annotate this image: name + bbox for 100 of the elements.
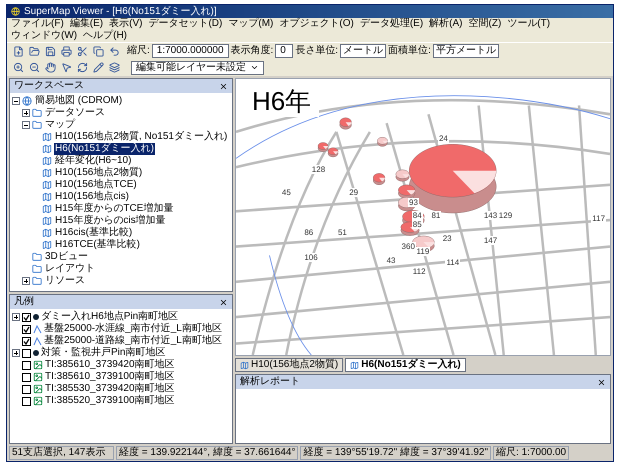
toolbar-icon[interactable] xyxy=(43,60,57,74)
status-text: 経度 = 139.922144°, 緯度 = 37.661644° xyxy=(116,446,298,460)
tree-item[interactable]: H16cis(基準比較) xyxy=(54,227,134,239)
area-unit-select[interactable]: 平方メートル xyxy=(432,44,499,58)
menu-item[interactable]: ヘルプ(H) xyxy=(83,30,127,42)
point-label: 29 xyxy=(348,188,360,198)
point-label: 51 xyxy=(336,228,348,238)
menu-item[interactable]: データセット(D) xyxy=(148,18,222,30)
length-unit-select[interactable]: メートル xyxy=(340,44,386,58)
map-icon xyxy=(42,168,52,178)
panel-title: ワークスペース xyxy=(14,80,84,92)
layer-checkbox[interactable] xyxy=(22,324,31,334)
collapse-toggle[interactable] xyxy=(22,121,30,129)
image-icon xyxy=(33,396,43,406)
tree-item[interactable]: H15年度からのcis増加量 xyxy=(54,215,167,227)
point-label: 84 xyxy=(412,211,423,220)
layer-checkbox[interactable] xyxy=(22,348,31,358)
tree-item[interactable]: H10(156地点2物質) xyxy=(54,167,144,179)
layer-checkbox[interactable] xyxy=(22,360,31,370)
layer-checkbox[interactable] xyxy=(22,384,31,394)
expand-toggle[interactable] xyxy=(22,277,30,285)
tree-item[interactable]: H10(156地点2物質, No151ダミー入れ) xyxy=(54,131,228,143)
tree-item[interactable]: リソース xyxy=(44,275,86,287)
menu-item[interactable]: データ処理(E) xyxy=(360,18,424,30)
map-icon xyxy=(42,192,52,202)
layer-name: TI:385610_3739420南町地区 xyxy=(45,359,175,370)
layer-name: ダミー入れH6地点Pin南町地区 xyxy=(41,311,178,322)
point-symbol-icon xyxy=(33,350,39,356)
scale-field[interactable]: 1:7000.000000 xyxy=(152,44,229,58)
toolbar-icon[interactable] xyxy=(43,44,57,58)
layer-name: TI:385610_3739100南町地区 xyxy=(45,371,175,382)
folder-icon xyxy=(32,252,42,262)
map-icon xyxy=(240,360,249,370)
map-canvas[interactable]: H6年 24 128 45 29 93 84 81 143 129 117 85 86 51 23 147 360 119 106 43 114 112 xyxy=(235,78,611,356)
tree-item[interactable]: 経年変化(H6~10) xyxy=(54,155,132,167)
image-icon xyxy=(33,360,43,370)
menu-item[interactable]: ツール(T) xyxy=(507,18,550,30)
expand-toggle[interactable] xyxy=(22,109,30,117)
close-icon[interactable] xyxy=(597,378,606,386)
tree-item[interactable]: H15年度からのTCE増加量 xyxy=(54,203,174,215)
panel-title: 凡例 xyxy=(14,296,34,308)
toolbar-icon[interactable] xyxy=(91,44,105,58)
expand-toggle[interactable] xyxy=(12,313,20,321)
point-label: 24 xyxy=(438,134,449,144)
close-icon[interactable] xyxy=(219,298,228,306)
menu-item[interactable]: 編集(E) xyxy=(70,18,104,30)
tree-item[interactable]: レイアウト xyxy=(44,263,96,275)
point-label: 114 xyxy=(445,258,460,268)
tree-item[interactable]: 簡易地図 (CDROM) xyxy=(34,95,124,107)
layer-select[interactable]: 編集可能レイヤー未設定 xyxy=(131,60,264,74)
toolbar-icon[interactable] xyxy=(27,44,41,58)
angle-field[interactable]: 0 xyxy=(275,44,294,58)
expand-toggle[interactable] xyxy=(12,349,20,357)
menu-item[interactable]: 解析(A) xyxy=(429,18,462,30)
menu-item[interactable]: ウィンドウ(W) xyxy=(11,30,78,42)
menu-item[interactable]: 空間(Z) xyxy=(468,18,502,30)
layer-checkbox[interactable] xyxy=(22,372,31,382)
status-text: 縮尺: 1:7000.00 xyxy=(493,446,570,460)
menu-item[interactable]: マップ(M) xyxy=(228,18,274,30)
tree-item[interactable]: データソース xyxy=(44,107,106,119)
toolbar-icon[interactable] xyxy=(107,60,121,74)
area-unit-label: 面積単位: xyxy=(388,45,431,57)
point-label: 106 xyxy=(303,252,319,262)
image-icon xyxy=(33,384,43,394)
tree-item[interactable]: 3Dビュー xyxy=(44,251,89,263)
layer-name: 対策・監視井戸Pin南町地区 xyxy=(41,347,166,358)
tree-item[interactable]: H10(156地点TCE) xyxy=(54,179,138,191)
toolbar-icon[interactable] xyxy=(91,60,105,74)
toolbar-icon[interactable] xyxy=(59,44,73,58)
document-tab[interactable]: H6(No151ダミー入れ) xyxy=(345,358,466,372)
toolbar-icon[interactable] xyxy=(75,60,89,74)
length-unit-label: 長さ単位: xyxy=(295,45,338,57)
tree-item[interactable]: H10(156地点cis) xyxy=(54,191,130,203)
globe-icon xyxy=(22,96,32,106)
menu-item[interactable]: オブジェクト(O) xyxy=(279,18,354,30)
map-icon xyxy=(42,240,52,250)
layer-checkbox[interactable] xyxy=(22,312,31,322)
layer-checkbox[interactable] xyxy=(22,396,31,406)
menu-item[interactable]: 表示(V) xyxy=(109,18,142,30)
layer-name: 基盤25000-道路線_南市付近_L南町地区 xyxy=(44,335,222,346)
folder-icon xyxy=(32,264,42,274)
tree-item[interactable]: マップ xyxy=(44,119,76,131)
dropdown-caret-icon xyxy=(250,63,259,72)
toolbar-icon[interactable] xyxy=(27,60,41,74)
menu-item[interactable]: ファイル(F) xyxy=(11,18,64,30)
toolbar-icon[interactable] xyxy=(11,60,25,74)
point-label: 119 xyxy=(416,247,430,256)
map-icon xyxy=(42,216,52,226)
app-icon xyxy=(11,7,20,16)
close-icon[interactable] xyxy=(219,82,228,90)
tree-item[interactable]: H6(No151ダミー入れ) xyxy=(54,143,155,155)
document-tab[interactable]: H10(156地点2物質) xyxy=(235,358,344,372)
point-label: 81 xyxy=(430,211,442,220)
status-text: 経度 = 139°55'19.72" 緯度 = 37°39'41.92" xyxy=(300,446,492,460)
collapse-toggle[interactable] xyxy=(12,97,20,105)
layer-checkbox[interactable] xyxy=(22,336,31,346)
point-symbol-icon xyxy=(33,314,39,320)
layer-name: TI:385520_3739100南町地区 xyxy=(45,395,175,407)
toolbar-icon[interactable] xyxy=(75,44,89,58)
tree-item[interactable]: H16TCE(基準比較) xyxy=(54,239,142,251)
